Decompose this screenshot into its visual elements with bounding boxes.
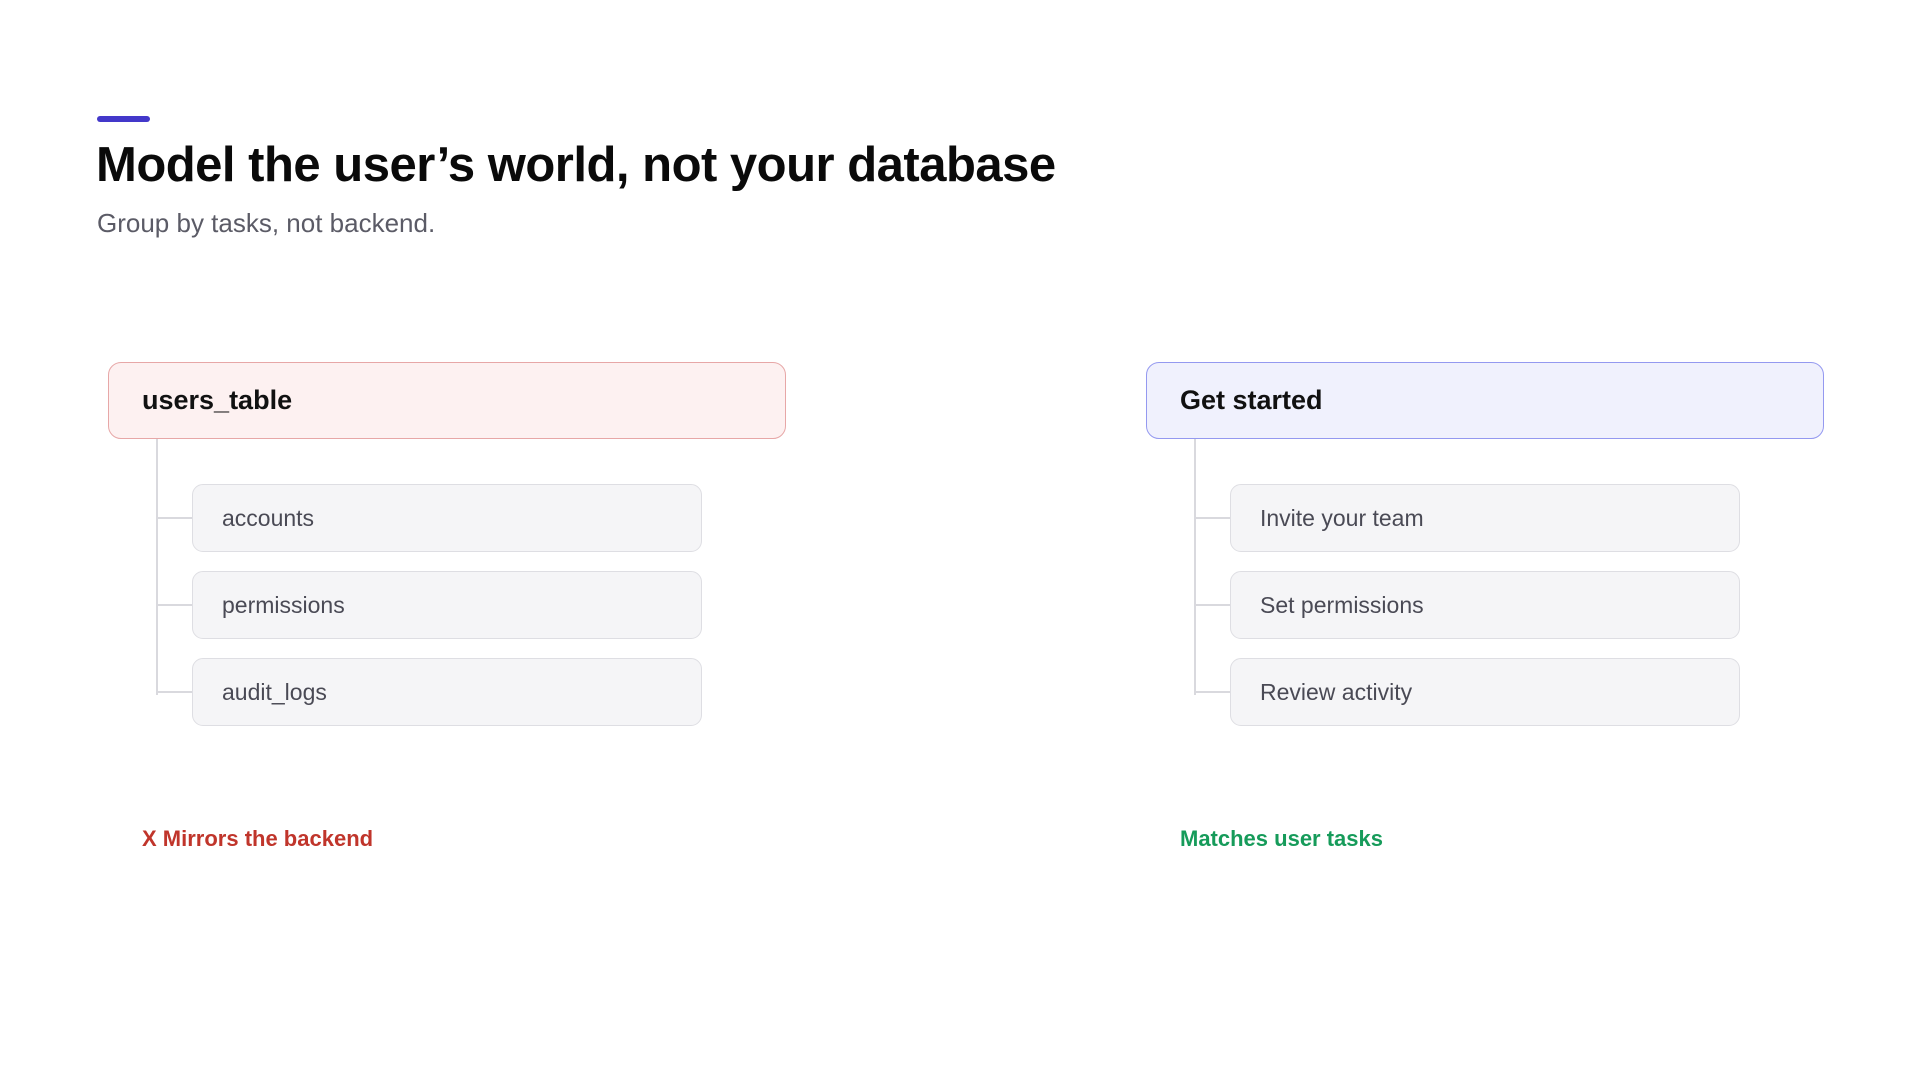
task-grouping-panel: Get started Invite your team Set permiss…: [1146, 362, 1824, 729]
tree-trunk-line: [1194, 439, 1196, 695]
tree-item: accounts: [156, 484, 702, 552]
backend-group-tree: accounts permissions audit_logs: [108, 439, 786, 729]
tree-trunk-line: [156, 439, 158, 695]
tree-item-label: Set permissions: [1230, 571, 1740, 639]
tree-branch-line: [156, 517, 192, 519]
task-group-tree: Invite your team Set permissions Review …: [1146, 439, 1824, 729]
good-verdict-label: Matches user tasks: [1180, 826, 1383, 851]
tree-item: Invite your team: [1194, 484, 1740, 552]
page-title: Model the user’s world, not your databas…: [96, 138, 1056, 192]
tree-branch-line: [156, 691, 192, 693]
tree-item-label: audit_logs: [192, 658, 702, 726]
bad-verdict-label: X Mirrors the backend: [142, 826, 374, 851]
tree-item-label: permissions: [192, 571, 702, 639]
page-subtitle: Group by tasks, not backend.: [97, 208, 436, 238]
tree-branch-line: [156, 604, 192, 606]
task-group-header: Get started: [1146, 362, 1824, 439]
tree-branch-line: [1194, 691, 1230, 693]
tree-item: Set permissions: [1194, 571, 1740, 639]
tree-item: Review activity: [1194, 658, 1740, 726]
slide: Model the user’s world, not your databas…: [0, 0, 1920, 1080]
tree-item: permissions: [156, 571, 702, 639]
backend-group-header: users_table: [108, 362, 786, 439]
tree-item: audit_logs: [156, 658, 702, 726]
tree-item-label: Invite your team: [1230, 484, 1740, 552]
title-accent-bar: [97, 116, 150, 122]
tree-branch-line: [1194, 604, 1230, 606]
tree-item-label: accounts: [192, 484, 702, 552]
tree-branch-line: [1194, 517, 1230, 519]
tree-item-label: Review activity: [1230, 658, 1740, 726]
backend-grouping-panel: users_table accounts permissions audit_l…: [108, 362, 786, 729]
